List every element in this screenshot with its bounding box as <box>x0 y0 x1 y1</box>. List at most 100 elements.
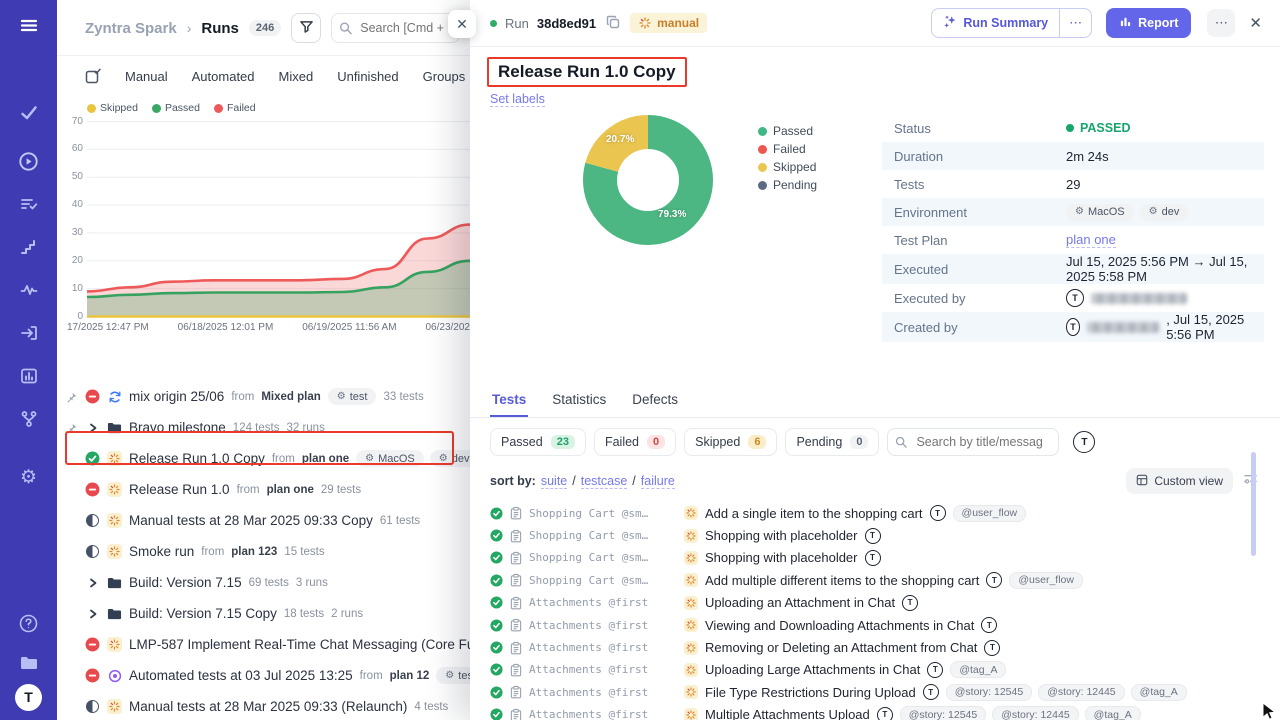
run-row[interactable]: Smoke run from plan 123 15 tests <box>57 536 470 567</box>
clipboard-icon <box>510 506 522 520</box>
sign-in-icon[interactable] <box>12 316 46 350</box>
status-passed-icon <box>490 529 503 542</box>
chevron-right-icon[interactable] <box>85 420 100 435</box>
test-title: Add multiple different items to the shop… <box>705 573 979 588</box>
run-tests-count: 69 tests <box>249 577 289 589</box>
gear-icon[interactable]: ⚙ <box>12 460 46 494</box>
test-row[interactable]: Shopping Cart @sm… Add multiple differen… <box>490 569 1280 591</box>
folder-icon[interactable] <box>12 646 46 680</box>
scrollbar-thumb[interactable] <box>1251 452 1256 556</box>
breadcrumb-section[interactable]: Runs <box>201 20 239 37</box>
sort-by-label: sort by: <box>490 474 536 488</box>
copy-run-id-button[interactable] <box>604 13 622 34</box>
legend-dot <box>758 181 767 190</box>
close-drawer-button[interactable]: ✕ <box>448 10 476 38</box>
bar-chart-icon[interactable] <box>12 359 46 393</box>
search-icon <box>895 436 907 448</box>
tab[interactable]: Statistics <box>550 386 608 417</box>
select-runs-icon[interactable] <box>85 68 101 84</box>
test-row[interactable]: Shopping Cart @sm… Shopping with placeho… <box>490 524 1280 546</box>
filter-button[interactable] <box>291 13 321 43</box>
more-actions-button[interactable]: ⋯ <box>1207 9 1235 37</box>
manual-test-icon <box>684 641 698 655</box>
runs-tab[interactable]: Groups <box>423 69 466 84</box>
run-row[interactable]: LMP-587 Implement Real-Time Chat Messagi… <box>57 629 470 660</box>
detail-label: Tests <box>894 177 1066 192</box>
test-row[interactable]: Attachments @first Removing or Deleting … <box>490 636 1280 658</box>
detail-value: PASSED <box>1066 121 1130 135</box>
run-plan: plan one <box>267 484 314 496</box>
git-branch-icon[interactable] <box>12 402 46 436</box>
runs-tab[interactable]: Automated <box>192 69 255 84</box>
run-row[interactable]: Build: Version 7.15 69 tests 3 runs <box>57 567 470 598</box>
activity-icon[interactable] <box>12 273 46 307</box>
custom-view-button[interactable]: Custom view <box>1126 468 1233 494</box>
run-row[interactable]: Manual tests at 28 Mar 2025 09:33 Copy 6… <box>57 505 470 536</box>
legend-dot <box>214 104 223 113</box>
test-title: Shopping with placeholder <box>705 550 858 565</box>
run-summary-more-button[interactable]: ⋯ <box>1059 9 1091 37</box>
play-circle-icon[interactable] <box>12 144 46 178</box>
close-button[interactable]: ✕ <box>1249 14 1262 32</box>
run-details-table: Status PASSED Duration <box>882 114 1264 342</box>
run-row[interactable]: mix origin 25/06 from Mixed plan ⚙test 3… <box>57 381 470 412</box>
run-row[interactable]: Manual tests at 28 Mar 2025 09:33 (Relau… <box>57 691 470 720</box>
test-row[interactable]: Shopping Cart @sm… Shopping with placeho… <box>490 547 1280 569</box>
runs-tab[interactable]: Mixed <box>279 69 314 84</box>
list-check-icon[interactable] <box>12 187 46 221</box>
runs-tab[interactable]: Manual <box>125 69 168 84</box>
sort-row: sort by: suitetestcasefailure Custom vie… <box>470 468 1280 494</box>
chevron-right-icon[interactable] <box>85 575 100 590</box>
status-filter-chip[interactable]: Passed 23 <box>490 428 586 456</box>
clipboard-icon <box>510 618 522 632</box>
status-filter-chip[interactable]: Pending 0 <box>785 428 879 456</box>
test-row[interactable]: Shopping Cart @sm… Add a single item to … <box>490 502 1280 524</box>
status-filter-chip[interactable]: Failed 0 <box>594 428 676 456</box>
run-title: LMP-587 Implement Real-Time Chat Messagi… <box>129 637 470 652</box>
run-type-badge: manual <box>630 13 707 33</box>
tag-badge: @story: 12545 <box>900 706 986 720</box>
run-summary-button[interactable]: Run Summary ⋯ <box>931 8 1092 38</box>
tests-search-input[interactable] <box>887 428 1059 456</box>
chevron-right-icon[interactable] <box>85 606 100 621</box>
test-row[interactable]: Attachments @first Multiple Attachments … <box>490 704 1280 720</box>
run-row[interactable]: Build: Version 7.15 Copy 18 tests 2 runs <box>57 598 470 629</box>
test-row[interactable]: Attachments @first Uploading Large Attac… <box>490 659 1280 681</box>
test-filters-row: Passed 23 Failed 0 Skipped 6 Pending 0 <box>470 428 1280 456</box>
menu-icon[interactable] <box>12 8 46 42</box>
test-row[interactable]: Attachments @first Viewing and Downloadi… <box>490 614 1280 636</box>
test-row[interactable]: Attachments @first Uploading an Attachme… <box>490 592 1280 614</box>
status-blocked-icon <box>85 389 100 404</box>
test-row[interactable]: Attachments @first File Type Restriction… <box>490 681 1280 703</box>
legend-item: Failed <box>214 102 256 114</box>
detail-row: Created by T , Jul 15, 2025 5:56 PM <box>882 312 1264 342</box>
run-title: Bravo milestone <box>129 420 226 435</box>
status-passed-icon <box>490 551 503 564</box>
status-filter-chip[interactable]: Skipped 6 <box>684 428 777 456</box>
help-icon[interactable] <box>12 606 46 640</box>
assignee-filter-avatar[interactable]: T <box>1073 431 1095 453</box>
clipboard-icon <box>510 596 522 610</box>
close-icon: ✕ <box>1249 15 1262 32</box>
run-row[interactable]: Automated tests at 03 Jul 2025 13:25 fro… <box>57 660 470 691</box>
status-passed-icon <box>490 574 503 587</box>
assignee-avatar: T <box>865 528 881 544</box>
report-button[interactable]: Report <box>1106 8 1191 38</box>
set-labels-link[interactable]: Set labels <box>490 92 545 107</box>
runs-history-chart: Skipped Passed Failed 706050403020100 <box>57 102 470 333</box>
tab[interactable]: Defects <box>630 386 680 417</box>
tag-badge: @user_flow <box>1009 572 1083 589</box>
clipboard-icon <box>510 663 522 677</box>
breadcrumb-project[interactable]: Zyntra Spark <box>85 20 177 37</box>
runs-tab[interactable]: Unfinished <box>337 69 398 84</box>
legend-dot <box>87 104 96 113</box>
run-row[interactable]: Release Run 1.0 Copy from plan one ⚙MacO… <box>57 443 470 474</box>
status-count-badge: 0 <box>647 435 665 449</box>
run-row[interactable]: Bravo milestone 124 tests 32 runs <box>57 412 470 443</box>
tab[interactable]: Tests <box>490 386 528 417</box>
user-avatar[interactable]: T <box>12 686 46 720</box>
run-row[interactable]: Release Run 1.0 from plan one 29 tests <box>57 474 470 505</box>
check-icon[interactable] <box>12 96 46 130</box>
steps-icon[interactable] <box>12 230 46 264</box>
test-plan-link[interactable]: plan one <box>1066 232 1116 248</box>
